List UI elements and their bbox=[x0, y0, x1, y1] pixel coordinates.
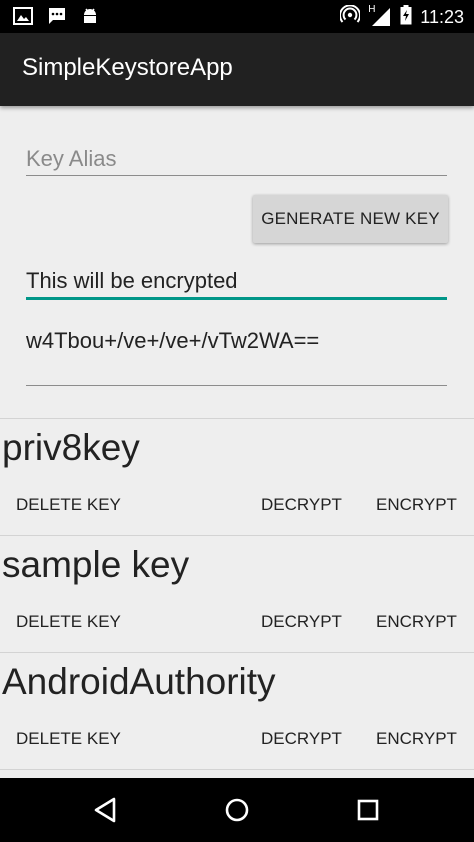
cipher-text-field[interactable]: w4Tbou+/ve+/ve+/vTw2WA== bbox=[26, 325, 447, 386]
key-name: AndroidAuthority bbox=[2, 661, 276, 702]
android-icon bbox=[81, 6, 99, 30]
decrypt-button[interactable]: DECRYPT bbox=[261, 495, 342, 515]
delete-key-button[interactable]: DELETE KEY bbox=[16, 729, 121, 749]
delete-key-button[interactable]: DELETE KEY bbox=[16, 495, 121, 515]
generate-new-key-button[interactable]: GENERATE NEW KEY bbox=[253, 195, 448, 243]
navigation-bar bbox=[0, 778, 474, 842]
back-icon[interactable] bbox=[90, 794, 122, 826]
encrypt-button[interactable]: ENCRYPT bbox=[376, 729, 457, 749]
status-bar: H 11:23 bbox=[0, 0, 474, 33]
signal-icon: H bbox=[368, 4, 392, 28]
key-row: AndroidAuthority DELETE KEY DECRYPT ENCR… bbox=[0, 653, 474, 770]
key-row: sample key DELETE KEY DECRYPT ENCRYPT bbox=[0, 536, 474, 653]
key-name: sample key bbox=[2, 544, 190, 585]
delete-key-button[interactable]: DELETE KEY bbox=[16, 612, 121, 632]
cipher-text-value: w4Tbou+/ve+/ve+/vTw2WA== bbox=[26, 328, 320, 353]
key-alias-input[interactable] bbox=[26, 143, 447, 175]
battery-charging-icon bbox=[400, 5, 412, 29]
app-title: SimpleKeystoreApp bbox=[22, 54, 233, 81]
network-type-label: H bbox=[368, 4, 376, 15]
decrypt-button[interactable]: DECRYPT bbox=[261, 612, 342, 632]
decrypt-button[interactable]: DECRYPT bbox=[261, 729, 342, 749]
home-icon[interactable] bbox=[221, 794, 253, 826]
app-bar: SimpleKeystoreApp bbox=[0, 33, 474, 106]
image-icon bbox=[13, 7, 33, 29]
divider bbox=[0, 769, 474, 770]
hotspot-icon bbox=[339, 4, 362, 29]
plain-text-input[interactable] bbox=[26, 265, 447, 297]
plain-text-field[interactable] bbox=[26, 265, 447, 300]
key-name: priv8key bbox=[2, 427, 140, 468]
key-alias-field[interactable] bbox=[26, 143, 447, 176]
chat-icon bbox=[47, 6, 67, 30]
recents-icon[interactable] bbox=[352, 794, 384, 826]
encrypt-button[interactable]: ENCRYPT bbox=[376, 612, 457, 632]
key-row: priv8key DELETE KEY DECRYPT ENCRYPT bbox=[0, 419, 474, 536]
encrypt-button[interactable]: ENCRYPT bbox=[376, 495, 457, 515]
clock: 11:23 bbox=[420, 7, 464, 27]
